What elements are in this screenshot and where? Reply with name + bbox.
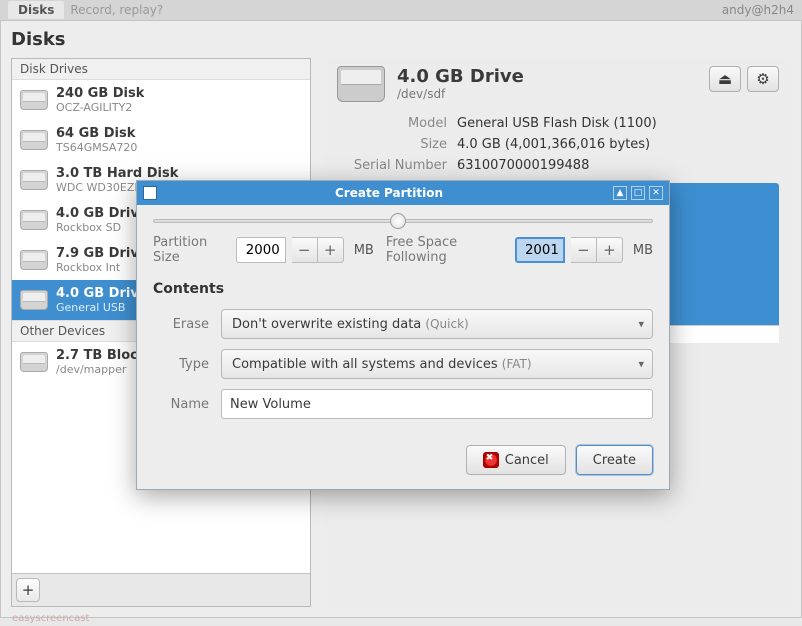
erase-value: Don't overwrite existing data: [232, 317, 421, 332]
drive-item-sub: OCZ-AGILITY2: [56, 101, 144, 114]
free-space-minus[interactable]: −: [571, 237, 597, 263]
window-roll-button[interactable]: ▲: [613, 186, 627, 200]
type-select[interactable]: Compatible with all systems and devices …: [221, 349, 653, 379]
free-space-plus[interactable]: +: [597, 237, 623, 263]
hdd-icon: [20, 250, 48, 270]
hdd-icon: [20, 90, 48, 110]
type-label: Type: [153, 357, 209, 372]
window-close-button[interactable]: ✕: [649, 186, 663, 200]
partition-size-input[interactable]: [236, 237, 286, 263]
hdd-icon: [20, 290, 48, 310]
drive-item[interactable]: 64 GB DiskTS64GMSA720: [12, 120, 310, 160]
hdd-icon: [20, 130, 48, 150]
create-partition-dialog: Create Partition ▲ □ ✕ Partition Size − …: [136, 180, 670, 490]
partition-size-minus[interactable]: −: [292, 237, 318, 263]
detail-kv: Model General USB Flash Disk (1100) Size…: [337, 116, 779, 173]
settings-button[interactable]: ⚙: [747, 66, 779, 92]
drive-item-sub: TS64GMSA720: [56, 141, 137, 154]
drive-item-title: 7.9 GB Drive: [56, 246, 148, 261]
sidebar-footer: +: [12, 573, 310, 606]
drive-item-sub: Rockbox SD: [56, 221, 148, 234]
slider-thumb[interactable]: [390, 213, 406, 229]
partition-size-label: Partition Size: [153, 235, 230, 265]
free-space-input[interactable]: [515, 237, 565, 263]
kv-key: Model: [337, 116, 447, 131]
gear-icon: ⚙: [756, 70, 769, 88]
name-value: New Volume: [230, 397, 311, 412]
name-label: Name: [153, 397, 209, 412]
unit-label: MB: [354, 243, 374, 258]
add-button[interactable]: +: [16, 578, 40, 602]
size-slider[interactable]: [153, 219, 653, 223]
window-title: Disks: [1, 21, 801, 58]
type-paren: (FAT): [502, 357, 532, 371]
partition-size-plus[interactable]: +: [318, 237, 344, 263]
topbar-hint: Record, replay?: [70, 3, 163, 17]
hdd-icon: [20, 170, 48, 190]
drive-item-title: 64 GB Disk: [56, 126, 137, 141]
sidebar-section-drives: Disk Drives: [12, 59, 310, 80]
topbar-right: andy@h2h4: [722, 3, 794, 17]
erase-paren: (Quick): [425, 317, 468, 331]
name-input[interactable]: New Volume: [221, 389, 653, 419]
create-button[interactable]: Create: [576, 445, 653, 475]
desktop-topbar: Disks Record, replay? andy@h2h4: [0, 0, 802, 20]
document-icon: [143, 186, 157, 200]
drive-item-title: 3.0 TB Hard Disk: [56, 166, 204, 181]
hdd-icon: [20, 210, 48, 230]
dialog-title-text: Create Partition: [165, 186, 613, 200]
drive-item[interactable]: 240 GB DiskOCZ-AGILITY2: [12, 80, 310, 120]
drive-item-sub: Rockbox Int: [56, 261, 148, 274]
kv-key: Serial Number: [337, 158, 447, 173]
cancel-label: Cancel: [505, 453, 549, 468]
kv-key: Size: [337, 137, 447, 152]
chevron-down-icon: ▾: [638, 358, 644, 371]
drive-item-title: 240 GB Disk: [56, 86, 144, 101]
detail-title: 4.0 GB Drive: [397, 66, 697, 87]
drive-large-icon: [337, 66, 385, 102]
drive-item-title: 4.0 GB Drive: [56, 206, 148, 221]
type-value: Compatible with all systems and devices: [232, 357, 498, 372]
topbar-tab: Disks: [8, 1, 64, 19]
create-label: Create: [593, 453, 636, 468]
eject-button[interactable]: ⏏: [709, 66, 741, 92]
chevron-down-icon: ▾: [638, 318, 644, 331]
cancel-button[interactable]: Cancel: [466, 445, 566, 475]
unit-label: MB: [633, 243, 653, 258]
free-space-label: Free Space Following: [386, 235, 509, 265]
dialog-titlebar[interactable]: Create Partition ▲ □ ✕: [137, 181, 669, 205]
eject-icon: ⏏: [718, 70, 732, 88]
erase-select[interactable]: Don't overwrite existing data (Quick) ▾: [221, 309, 653, 339]
stop-icon: [483, 452, 499, 468]
window-maximize-button[interactable]: □: [631, 186, 645, 200]
kv-value: 4.0 GB (4,001,366,016 bytes): [457, 137, 779, 152]
drive-item-title: 4.0 GB Drive: [56, 286, 148, 301]
kv-value: 6310070000199488: [457, 158, 779, 173]
footer-hint: easyscreencast: [12, 613, 89, 624]
detail-subtitle: /dev/sdf: [397, 87, 697, 101]
drive-item-sub: General USB: [56, 301, 148, 314]
erase-label: Erase: [153, 317, 209, 332]
kv-value: General USB Flash Disk (1100): [457, 116, 779, 131]
hdd-icon: [20, 352, 48, 372]
contents-heading: Contents: [153, 281, 653, 297]
